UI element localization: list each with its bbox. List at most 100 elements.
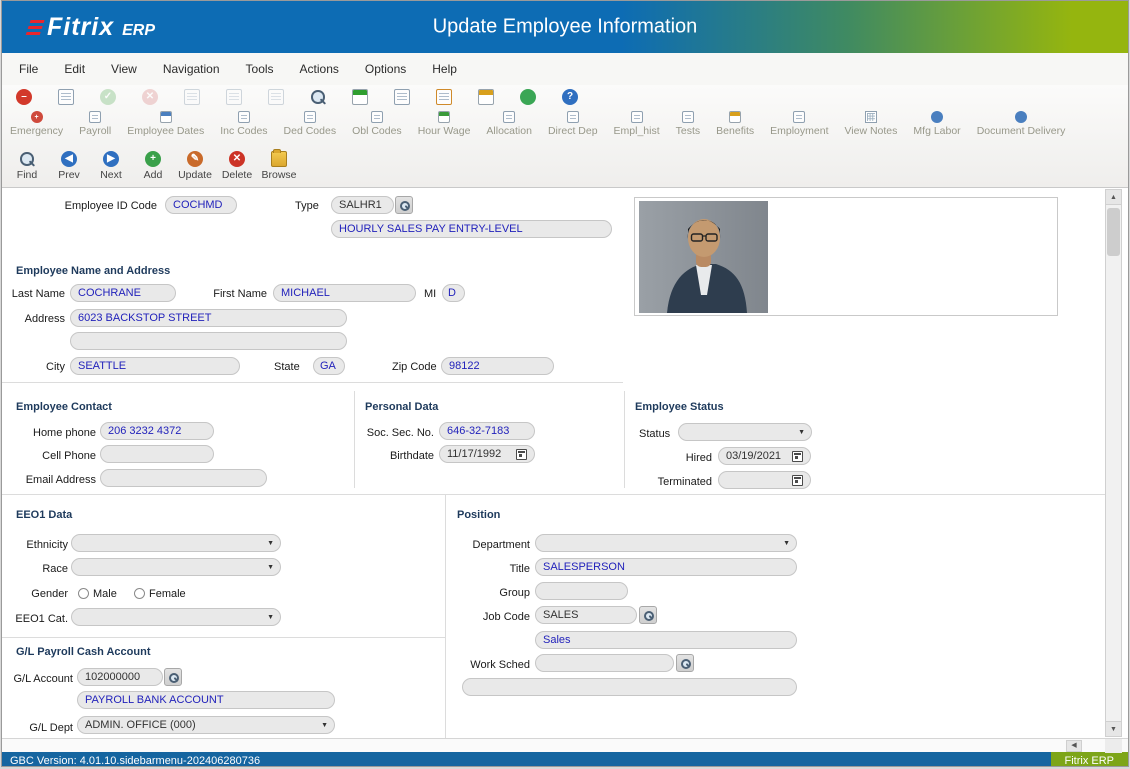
type-input[interactable] — [331, 196, 394, 214]
copy-icon-button[interactable] — [184, 89, 200, 105]
no-entry-icon-button[interactable]: – — [16, 89, 32, 105]
notes-icon-button[interactable] — [520, 89, 536, 105]
gender-female-radio[interactable] — [134, 588, 145, 599]
cancel-row-icon-button[interactable]: ✕ — [142, 89, 158, 105]
card-file-icon-button[interactable] — [58, 89, 74, 105]
home-phone-input[interactable] — [100, 422, 214, 440]
schedule-icon-button[interactable] — [478, 89, 494, 105]
calendar-icon[interactable] — [792, 475, 803, 486]
gl-account-search-button[interactable] — [164, 668, 182, 686]
eeo1-cat-select[interactable]: ▼ — [71, 608, 281, 626]
menu-edit[interactable]: Edit — [51, 58, 98, 80]
footer-brand: Fitrix ERP — [1051, 752, 1129, 767]
form-area: Employee ID Code Type HOURLY SALES PAY E… — [2, 188, 1128, 738]
attachment-icon-button[interactable] — [394, 89, 410, 105]
toolbar-empl-hist-button[interactable]: Empl_hist — [612, 111, 662, 137]
first-name-input[interactable] — [273, 284, 416, 302]
toolbar-label: Obl Codes — [352, 125, 402, 137]
horizontal-scrollbar[interactable]: ◀ — [2, 738, 1128, 752]
find-button[interactable]: Find — [6, 151, 48, 181]
cell-phone-input[interactable] — [100, 445, 214, 463]
add-button[interactable]: +Add — [132, 151, 174, 181]
gl-account-input[interactable] — [77, 668, 163, 686]
image-icon-button[interactable] — [268, 89, 284, 105]
title-input[interactable] — [535, 558, 797, 576]
ok-icon-button[interactable]: ✓ — [100, 89, 116, 105]
employee-id-input[interactable] — [165, 196, 237, 214]
ethnicity-select[interactable]: ▼ — [71, 534, 281, 552]
toolbar-icon-row: – ✓ ✕? — [2, 85, 1128, 109]
city-input[interactable] — [70, 357, 240, 375]
browse-button[interactable]: Browse — [258, 151, 300, 181]
work-sched-input[interactable] — [535, 654, 674, 672]
toolbar-direct-dep-button[interactable]: Direct Dep — [546, 111, 600, 137]
delete-button[interactable]: ✕Delete — [216, 151, 258, 181]
toolbar-employee-dates-button[interactable]: Employee Dates — [125, 111, 206, 137]
toolbar-ded-codes-button[interactable]: Ded Codes — [282, 111, 339, 137]
mi-input[interactable] — [442, 284, 465, 302]
menu-tools[interactable]: Tools — [233, 58, 287, 80]
toolbar-view-notes-button[interactable]: View Notes — [842, 111, 899, 137]
birthdate-field[interactable]: 11/17/1992 — [439, 445, 535, 463]
hired-field[interactable]: 03/19/2021 — [718, 447, 811, 465]
scroll-left-button[interactable]: ◀ — [1066, 740, 1082, 752]
address-line2-input[interactable] — [70, 332, 347, 350]
toolbar-benefits-button[interactable]: Benefits — [714, 111, 756, 137]
menu-view[interactable]: View — [98, 58, 150, 80]
group-input[interactable] — [535, 582, 628, 600]
export-icon-button[interactable] — [436, 89, 452, 105]
job-code-search-button[interactable] — [639, 606, 657, 624]
menu-actions[interactable]: Actions — [287, 58, 352, 80]
calendar-icon-button[interactable] — [352, 89, 368, 105]
type-search-button[interactable] — [395, 196, 413, 214]
scroll-up-button[interactable]: ▲ — [1106, 190, 1121, 205]
menu-options[interactable]: Options — [352, 58, 419, 80]
birthdate-value: 11/17/1992 — [447, 448, 501, 460]
emergency-icon: + — [31, 111, 43, 123]
address-line1-input[interactable] — [70, 309, 347, 327]
toolbar-employment-button[interactable]: Employment — [768, 111, 830, 137]
terminated-field[interactable] — [718, 471, 811, 489]
last-name-input[interactable] — [70, 284, 176, 302]
race-select[interactable]: ▼ — [71, 558, 281, 576]
department-select[interactable]: ▼ — [535, 534, 797, 552]
scrollbar-thumb[interactable] — [1107, 208, 1120, 256]
vertical-scrollbar[interactable]: ▲ ▼ — [1105, 189, 1122, 737]
gl-dept-select[interactable]: ADMIN. OFFICE (000) ▼ — [77, 716, 335, 734]
payroll-icon — [89, 111, 101, 123]
toolbar-payroll-button[interactable]: Payroll — [77, 111, 113, 137]
menu-file[interactable]: File — [6, 58, 51, 80]
toolbar-allocation-button[interactable]: Allocation — [484, 111, 534, 137]
delete-icon: ✕ — [229, 151, 245, 167]
calendar-icon[interactable] — [792, 451, 803, 462]
job-code-input[interactable] — [535, 606, 637, 624]
menu-help[interactable]: Help — [419, 58, 470, 80]
prev-button[interactable]: ◀Prev — [48, 151, 90, 181]
toolbar-mfg-labor-button[interactable]: Mfg Labor — [911, 111, 962, 137]
ok-icon: ✓ — [100, 89, 116, 105]
calendar-icon[interactable] — [516, 449, 527, 460]
toolbar-emergency-button[interactable]: +Emergency — [8, 111, 65, 137]
email-input[interactable] — [100, 469, 267, 487]
toolbar-document-delivery-button[interactable]: Document Delivery — [975, 111, 1068, 137]
help-icon-button[interactable]: ? — [562, 89, 578, 105]
update-button[interactable]: ✎Update — [174, 151, 216, 181]
next-button[interactable]: ▶Next — [90, 151, 132, 181]
menu-navigation[interactable]: Navigation — [150, 58, 233, 80]
scrollbar-track[interactable] — [1106, 205, 1121, 721]
allocation-icon — [503, 111, 515, 123]
ssn-input[interactable] — [439, 422, 535, 440]
work-sched-search-button[interactable] — [676, 654, 694, 672]
status-select[interactable]: ▼ — [678, 423, 812, 441]
zoom-icon-button[interactable] — [310, 89, 326, 105]
toolbar-inc-codes-button[interactable]: Inc Codes — [218, 111, 269, 137]
toolbar-obl-codes-button[interactable]: Obl Codes — [350, 111, 404, 137]
paste-icon-button[interactable] — [226, 89, 242, 105]
zip-input[interactable] — [441, 357, 554, 375]
toolbar-tests-button[interactable]: Tests — [674, 111, 703, 137]
toolbar-hour-wage-button[interactable]: Hour Wage — [416, 111, 473, 137]
scroll-down-button[interactable]: ▼ — [1106, 721, 1121, 736]
gender-male-radio[interactable] — [78, 588, 89, 599]
nav-label: Add — [144, 169, 163, 181]
state-input[interactable] — [313, 357, 345, 375]
